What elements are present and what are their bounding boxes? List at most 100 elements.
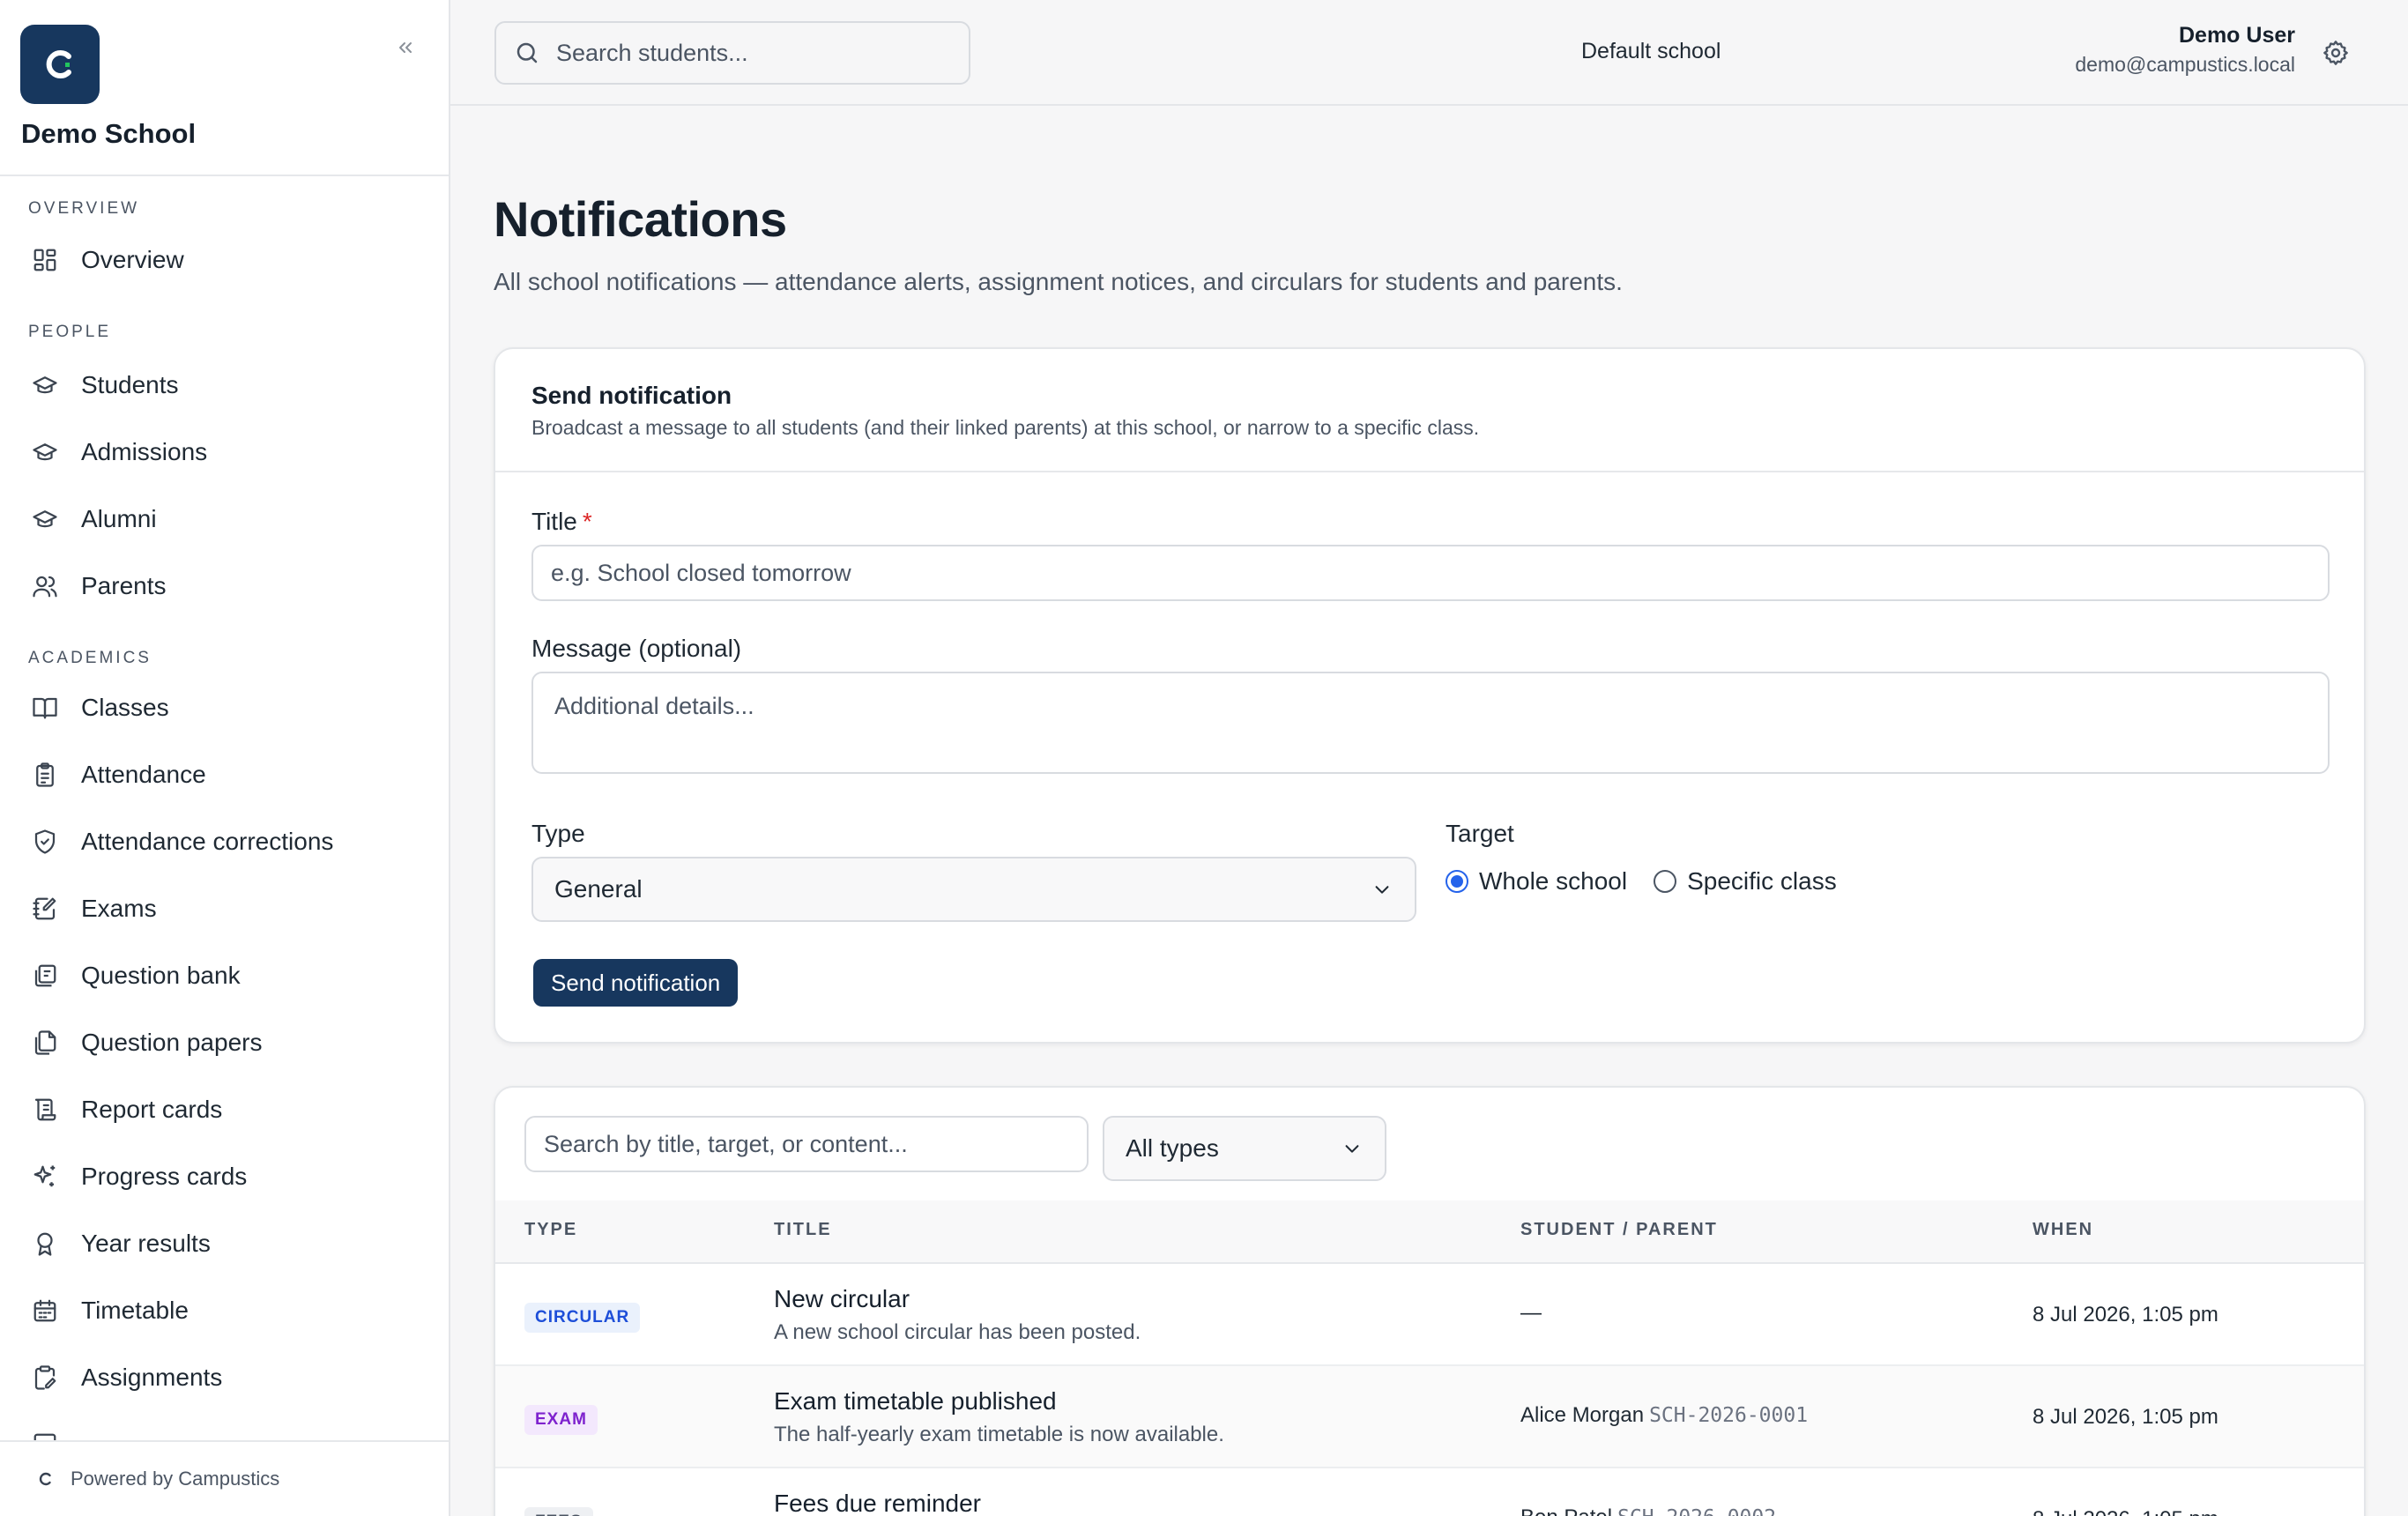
calendar-icon — [30, 1296, 60, 1326]
student-parent-cell: Ben Patel SCH-2026-0002 — [1520, 1505, 1776, 1516]
sidebar-item-admissions[interactable]: Admissions — [12, 425, 435, 479]
sidebar-item-attendance[interactable]: Attendance — [12, 747, 435, 802]
table-row[interactable]: FEES Fees due reminder Ben Patel SCH-2026… — [495, 1468, 2364, 1516]
settings-button[interactable] — [2318, 35, 2353, 71]
sidebar-item-parents[interactable]: Parents — [12, 559, 435, 613]
shield-check-icon — [30, 827, 60, 857]
files-icon — [30, 1028, 60, 1058]
table-row[interactable]: CIRCULAR New circular A new school circu… — [495, 1264, 2364, 1366]
title-label-text: Title — [531, 508, 577, 535]
chevron-down-icon — [1341, 1137, 1364, 1160]
type-badge: FEES — [524, 1507, 593, 1516]
school-selector[interactable]: Default school — [1581, 39, 1721, 64]
sidebar-item-label: Question bank — [81, 962, 241, 989]
sidebar-item-label: Question papers — [81, 1029, 263, 1056]
logo-c-icon — [46, 50, 71, 78]
sidebar-item-label: Classes — [81, 694, 169, 721]
clipboard-pen-icon — [30, 1363, 60, 1393]
sidebar-item-classes[interactable]: Classes — [12, 680, 435, 735]
notification-description: The half-yearly exam timetable is now av… — [774, 1423, 1224, 1446]
layout-dashboard-icon — [30, 245, 60, 275]
sidebar-item-assignments[interactable]: Assignments — [12, 1350, 435, 1405]
gear-icon — [2323, 41, 2348, 65]
student-name: Ben Patel — [1520, 1505, 1612, 1516]
target-specific-class-radio[interactable]: Specific class — [1654, 867, 1837, 895]
sidebar-item-timetable[interactable]: Timetable — [12, 1283, 435, 1338]
type-filter-value: All types — [1126, 1134, 1219, 1162]
target-field-label: Target — [1446, 820, 1514, 847]
notification-time: 8 Jul 2026, 1:05 pm — [2033, 1303, 2218, 1326]
page-subtitle: All school notifications — attendance al… — [494, 268, 1623, 295]
radio-label: Specific class — [1687, 867, 1837, 895]
notifications-search-input[interactable] — [524, 1116, 1089, 1172]
chevrons-left-icon — [399, 42, 412, 53]
sidebar-item-alumni[interactable]: Alumni — [12, 492, 435, 546]
sidebar-item-exams[interactable]: Exams — [12, 881, 435, 936]
sidebar-item-label: Report cards — [81, 1096, 223, 1123]
sidebar-item-attendance-corrections[interactable]: Attendance corrections — [12, 814, 435, 869]
sidebar-item-report-cards[interactable]: Report cards — [12, 1082, 435, 1137]
message-field-label: Message (optional) — [531, 635, 742, 662]
book-open-icon — [30, 693, 60, 723]
send-notification-description: Broadcast a message to all students (and… — [531, 416, 1480, 439]
clipboard-list-icon — [30, 760, 60, 790]
award-icon — [30, 1229, 60, 1259]
column-header-when[interactable]: WHEN — [2033, 1220, 2093, 1240]
search-icon — [512, 38, 542, 68]
sidebar-item-label: Exams — [81, 895, 157, 922]
table-row[interactable]: EXAM Exam timetable published The half-y… — [495, 1366, 2364, 1468]
sidebar-item-overview[interactable]: Overview — [12, 233, 435, 287]
sparkles-icon — [30, 1162, 60, 1192]
notification-message-input[interactable] — [531, 672, 2330, 774]
user-email: demo@campustics.local — [2075, 53, 2295, 76]
notification-title-input[interactable] — [531, 545, 2330, 601]
graduation-cap-icon — [30, 437, 60, 467]
list-icon — [30, 1430, 60, 1440]
column-header-title[interactable]: TITLE — [774, 1220, 832, 1240]
chevron-down-icon — [1371, 878, 1394, 901]
student-id: SCH-2026-0001 — [1649, 1404, 1809, 1427]
send-notification-button[interactable]: Send notification — [533, 959, 739, 1007]
student-parent-cell: — — [1520, 1301, 1542, 1326]
powered-by-footer[interactable]: Powered by Campustics — [0, 1440, 449, 1516]
sidebar-nav: OVERVIEW Overview PEOPLE Students Admiss… — [0, 176, 449, 1440]
notification-title: New circular — [774, 1285, 910, 1312]
campustics-logo[interactable] — [20, 25, 100, 104]
library-icon — [30, 961, 60, 991]
sidebar-item-more[interactable] — [12, 1417, 435, 1440]
student-parent-cell: Alice Morgan SCH-2026-0001 — [1520, 1403, 1808, 1428]
type-filter-select[interactable]: All types — [1103, 1116, 1386, 1181]
sidebar-item-label: Attendance — [81, 761, 206, 788]
sidebar-item-label: Timetable — [81, 1297, 189, 1324]
student-name: — — [1520, 1301, 1542, 1325]
collapse-sidebar-button[interactable] — [390, 32, 421, 63]
column-header-type[interactable]: TYPE — [524, 1220, 577, 1240]
student-search[interactable] — [494, 21, 970, 85]
notebook-pen-icon — [30, 894, 60, 924]
sidebar-item-students[interactable]: Students — [12, 358, 435, 412]
nav-section-overview: OVERVIEW — [28, 199, 140, 218]
student-search-input[interactable] — [556, 39, 944, 67]
sidebar-item-label: Assignments — [81, 1364, 223, 1391]
campustics-c-icon — [35, 1468, 56, 1490]
table-header: TYPE TITLE STUDENT / PARENT WHEN — [495, 1200, 2364, 1264]
notifications-list-card: All types TYPE TITLE STUDENT / PARENT WH… — [494, 1086, 2366, 1516]
student-name: Alice Morgan — [1520, 1403, 1645, 1427]
sidebar-item-label: Students — [81, 371, 179, 398]
notification-type-select[interactable]: General — [531, 857, 1416, 922]
student-id: SCH-2026-0002 — [1617, 1506, 1776, 1516]
notification-time: 8 Jul 2026, 1:05 pm — [2033, 1507, 2218, 1516]
sidebar-item-progress-cards[interactable]: Progress cards — [12, 1149, 435, 1204]
sidebar-item-question-bank[interactable]: Question bank — [12, 948, 435, 1003]
target-whole-school-radio[interactable]: Whole school — [1446, 867, 1627, 895]
nav-section-people: PEOPLE — [28, 323, 112, 341]
type-badge: CIRCULAR — [524, 1303, 641, 1333]
sidebar-item-year-results[interactable]: Year results — [12, 1216, 435, 1271]
type-field-label: Type — [531, 820, 585, 847]
sidebar-item-label: Attendance corrections — [81, 828, 334, 855]
scroll-text-icon — [30, 1095, 60, 1125]
column-header-student-parent[interactable]: STUDENT / PARENT — [1520, 1220, 1718, 1240]
target-radio-group: Whole school Specific class — [1446, 867, 1863, 895]
nav-section-academics: ACADEMICS — [28, 649, 152, 667]
sidebar-item-question-papers[interactable]: Question papers — [12, 1015, 435, 1070]
